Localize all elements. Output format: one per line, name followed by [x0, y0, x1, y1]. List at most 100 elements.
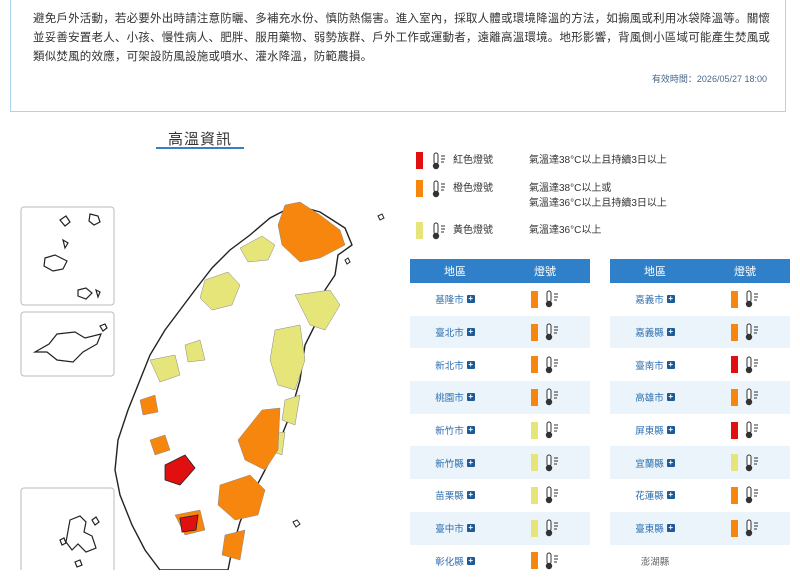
thermometer-icon	[544, 454, 560, 472]
region-name[interactable]: 宜蘭縣	[635, 456, 664, 470]
region-name-cell[interactable]: 高雄市+	[610, 390, 700, 404]
expand-plus-icon[interactable]: +	[467, 393, 475, 401]
signal-swatch	[531, 454, 538, 471]
section-title-underline	[156, 147, 244, 149]
expand-plus-icon[interactable]: +	[667, 361, 675, 369]
region-name-cell[interactable]: 臺南市+	[610, 358, 700, 372]
region-name-cell[interactable]: 彰化縣+	[410, 554, 500, 568]
region-name[interactable]: 屏東縣	[635, 423, 664, 437]
region-name-cell[interactable]: 臺東縣+	[610, 521, 700, 535]
region-name-cell[interactable]: 嘉義縣+	[610, 325, 700, 339]
expand-plus-icon[interactable]: +	[467, 459, 475, 467]
notice-line-1: 避免戶外活動，若必要外出時請注意防曬、多補充水份、慎防熱傷害。進入室內，採取人體…	[33, 10, 781, 29]
column-header-signal: 燈號	[500, 259, 590, 283]
region-name-cell[interactable]: 新北市+	[410, 358, 500, 372]
table-row[interactable]: 花蓮縣+	[610, 479, 790, 512]
thermometer-icon	[744, 454, 760, 472]
table-row[interactable]: 新竹市+	[410, 414, 590, 447]
table-row[interactable]: 臺中市+	[410, 512, 590, 545]
expand-plus-icon[interactable]: +	[467, 557, 475, 565]
expand-plus-icon[interactable]: +	[667, 426, 675, 434]
region-name[interactable]: 彰化縣	[435, 554, 464, 568]
table-row[interactable]: 基隆市+	[410, 283, 590, 316]
signal-swatch	[731, 520, 738, 537]
thermometer-icon	[431, 152, 447, 170]
region-name[interactable]: 臺東縣	[635, 521, 664, 535]
region-name[interactable]: 澎湖縣	[641, 554, 670, 568]
signal-cell	[700, 290, 790, 308]
signal-cell	[500, 356, 590, 374]
expand-plus-icon[interactable]: +	[467, 524, 475, 532]
region-name[interactable]: 桃園市	[435, 390, 464, 404]
thermometer-icon	[544, 486, 560, 504]
region-name-cell[interactable]: 屏東縣+	[610, 423, 700, 437]
region-name-cell[interactable]: 苗栗縣+	[410, 488, 500, 502]
table-row[interactable]: 澎湖縣	[610, 545, 790, 577]
signal-cell	[700, 519, 790, 537]
taiwan-heat-map[interactable]	[0, 150, 400, 570]
region-name[interactable]: 新北市	[435, 358, 464, 372]
region-name[interactable]: 基隆市	[435, 292, 464, 306]
signal-swatch	[531, 291, 538, 308]
expand-plus-icon[interactable]: +	[467, 328, 475, 336]
expand-plus-icon[interactable]: +	[467, 295, 475, 303]
thermometer-icon	[744, 421, 760, 439]
region-name-cell[interactable]: 桃園市+	[410, 390, 500, 404]
table-row[interactable]: 宜蘭縣+	[610, 446, 790, 479]
region-name[interactable]: 新竹市	[435, 423, 464, 437]
table-row[interactable]: 嘉義縣+	[610, 316, 790, 349]
region-name[interactable]: 苗栗縣	[435, 488, 464, 502]
table-row[interactable]: 新竹縣+	[410, 446, 590, 479]
thermometer-icon	[544, 323, 560, 341]
signal-cell	[500, 552, 590, 570]
expand-plus-icon[interactable]: +	[667, 328, 675, 336]
table-row[interactable]: 屏東縣+	[610, 414, 790, 447]
expand-plus-icon[interactable]: +	[667, 491, 675, 499]
signal-swatch	[531, 520, 538, 537]
region-name[interactable]: 臺北市	[435, 325, 464, 339]
region-name-cell[interactable]: 嘉義市+	[610, 292, 700, 306]
table-row[interactable]: 桃園市+	[410, 381, 590, 414]
notice-line-3: 類似焚風的效應，可架設防風設施或噴水、灌水降溫，防範農損。	[33, 48, 781, 67]
column-header-signal: 燈號	[700, 259, 790, 283]
section-title: 高溫資訊	[156, 128, 244, 149]
table-row[interactable]: 臺北市+	[410, 316, 590, 349]
region-name-cell[interactable]: 澎湖縣	[610, 554, 700, 568]
region-name-cell[interactable]: 宜蘭縣+	[610, 456, 700, 470]
expand-plus-icon[interactable]: +	[667, 393, 675, 401]
expand-plus-icon[interactable]: +	[667, 295, 675, 303]
region-name[interactable]: 臺中市	[435, 521, 464, 535]
expand-plus-icon[interactable]: +	[467, 426, 475, 434]
expand-plus-icon[interactable]: +	[467, 361, 475, 369]
region-name[interactable]: 嘉義市	[635, 292, 664, 306]
legend-yellow: 黃色燈號 氣溫達36°C以上	[416, 222, 601, 240]
region-name[interactable]: 高雄市	[635, 390, 664, 404]
expand-plus-icon[interactable]: +	[467, 491, 475, 499]
legend-orange-desc-line-1: 氣溫達38°C以上或	[529, 181, 667, 196]
signal-cell	[700, 323, 790, 341]
region-table-right: 地區 燈號 嘉義市+嘉義縣+臺南市+高雄市+屏東縣+宜蘭縣+花蓮縣+臺東縣+澎湖…	[610, 259, 790, 577]
table-row[interactable]: 彰化縣+	[410, 545, 590, 577]
signal-swatch	[531, 389, 538, 406]
legend-red-label: 紅色燈號	[453, 152, 513, 170]
table-row[interactable]: 苗栗縣+	[410, 479, 590, 512]
region-name-cell[interactable]: 基隆市+	[410, 292, 500, 306]
region-name-cell[interactable]: 花蓮縣+	[610, 488, 700, 502]
expand-plus-icon[interactable]: +	[667, 524, 675, 532]
region-name[interactable]: 臺南市	[635, 358, 664, 372]
region-name[interactable]: 嘉義縣	[635, 325, 664, 339]
region-name[interactable]: 新竹縣	[435, 456, 464, 470]
expand-plus-icon[interactable]: +	[667, 459, 675, 467]
region-name-cell[interactable]: 臺中市+	[410, 521, 500, 535]
region-name-cell[interactable]: 新竹市+	[410, 423, 500, 437]
table-row[interactable]: 臺南市+	[610, 348, 790, 381]
region-name-cell[interactable]: 新竹縣+	[410, 456, 500, 470]
signal-cell	[700, 356, 790, 374]
region-name[interactable]: 花蓮縣	[635, 488, 664, 502]
table-row[interactable]: 高雄市+	[610, 381, 790, 414]
signal-cell	[700, 388, 790, 406]
table-row[interactable]: 臺東縣+	[610, 512, 790, 545]
table-row[interactable]: 嘉義市+	[610, 283, 790, 316]
table-row[interactable]: 新北市+	[410, 348, 590, 381]
region-name-cell[interactable]: 臺北市+	[410, 325, 500, 339]
